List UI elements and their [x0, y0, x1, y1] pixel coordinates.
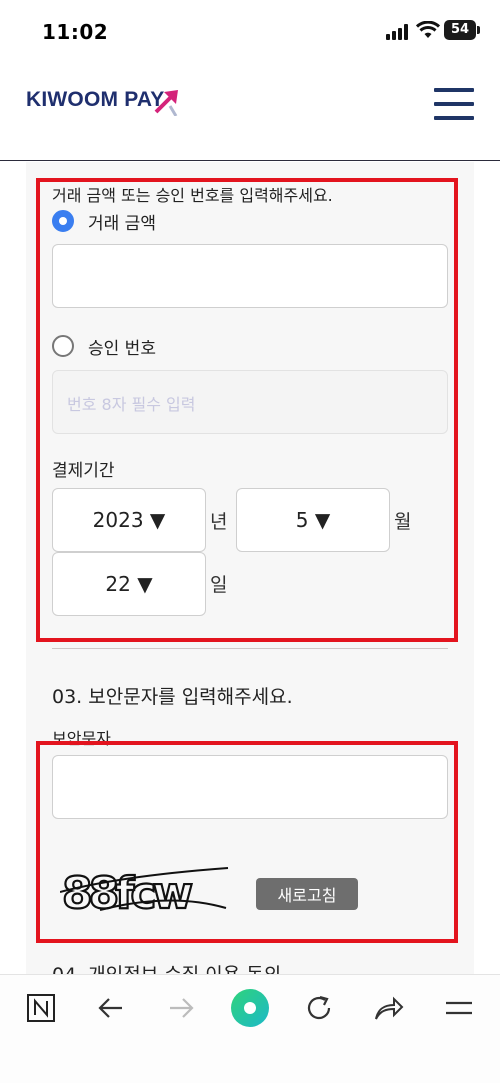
hamburger-menu-button[interactable]: [434, 88, 474, 120]
reload-icon[interactable]: [304, 993, 334, 1023]
battery-icon: 54: [444, 20, 476, 40]
browser-toolbar: [0, 974, 500, 1083]
menu-icon[interactable]: [444, 997, 474, 1019]
menu-bar: [434, 88, 474, 92]
battery-level: 54: [450, 22, 470, 37]
back-icon[interactable]: [96, 995, 126, 1021]
forward-icon[interactable]: [166, 995, 196, 1021]
brand-name: KIWOOM PAY: [26, 88, 165, 111]
section-divider: [52, 648, 448, 649]
battery-cap: [477, 26, 480, 34]
home-icon[interactable]: [230, 988, 270, 1028]
signal-icon: [386, 24, 408, 40]
highlight-box-amount: [36, 178, 458, 642]
highlight-box-security: [36, 741, 458, 943]
brand-arrow-icon: [154, 90, 178, 116]
status-time: 11:02: [42, 20, 109, 44]
menu-bar: [434, 116, 474, 120]
brand-logo[interactable]: KIWOOM PAY: [26, 88, 165, 118]
share-icon[interactable]: [372, 993, 404, 1023]
menu-bar: [434, 102, 474, 106]
security-section-title: 03. 보안문자를 입력해주세요.: [52, 686, 293, 708]
wifi-icon: [416, 21, 440, 38]
naver-icon[interactable]: [26, 993, 56, 1023]
